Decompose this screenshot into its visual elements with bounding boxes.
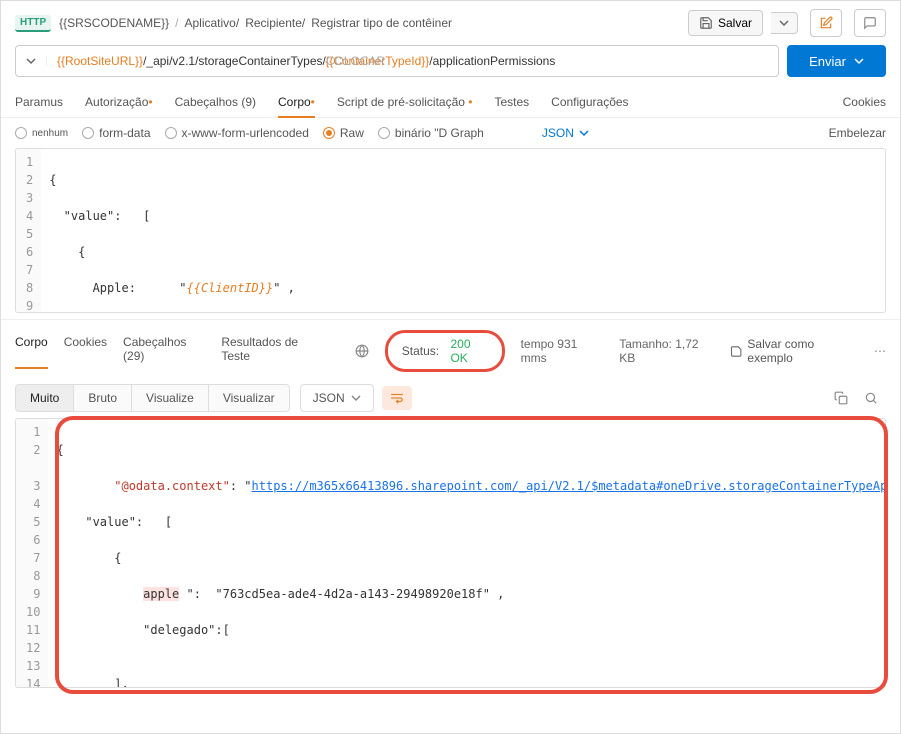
response-controls: Muito Bruto Visualize Visualizar JSON bbox=[1, 378, 900, 418]
tab-headers[interactable]: Cabeçalhos (9) bbox=[175, 87, 256, 117]
send-label: Enviar bbox=[809, 54, 846, 69]
save-example-button[interactable]: Salvar como exemplo bbox=[730, 337, 858, 365]
crumb-0[interactable]: {{SRSCODENAME}} bbox=[59, 16, 169, 30]
globe-icon[interactable] bbox=[355, 344, 369, 358]
beautify-link[interactable]: Embelezar bbox=[829, 126, 886, 140]
crumb-1[interactable]: Aplicativo/ bbox=[185, 16, 240, 30]
edit-button[interactable] bbox=[810, 9, 842, 37]
tab-tests[interactable]: Testes bbox=[494, 87, 529, 117]
more-icon[interactable]: ⋯ bbox=[874, 344, 886, 358]
search-icon[interactable] bbox=[856, 385, 886, 411]
tab-params[interactable]: Paramus bbox=[15, 87, 63, 117]
response-format-dropdown[interactable]: JSON bbox=[300, 384, 374, 412]
method-dropdown[interactable] bbox=[26, 56, 47, 66]
status-pill: Status: 200 OK bbox=[385, 330, 505, 372]
http-badge: HTTP bbox=[15, 15, 51, 32]
resp-tab-cookies[interactable]: Cookies bbox=[64, 335, 107, 367]
request-tabs: Paramus Autorização• Cabeçalhos (9) Corp… bbox=[1, 87, 900, 118]
response-size: Tamanho: 1,72 KB bbox=[619, 337, 714, 365]
radio-formdata[interactable]: form-data bbox=[82, 126, 150, 140]
tab-body[interactable]: Corpo• bbox=[278, 87, 315, 117]
wrap-lines-button[interactable] bbox=[382, 386, 412, 410]
response-editor[interactable]: 12 34567891011121314 { "@odata.context":… bbox=[15, 418, 886, 688]
tab-auth[interactable]: Autorização• bbox=[85, 87, 153, 117]
radio-binary[interactable]: binário "D Graph bbox=[378, 126, 484, 140]
resp-tab-headers[interactable]: Cabeçalhos (29) bbox=[123, 335, 205, 367]
response-gutter: 12 34567891011121314 bbox=[16, 419, 48, 687]
comment-button[interactable] bbox=[854, 9, 886, 37]
cookies-link[interactable]: Cookies bbox=[843, 87, 886, 117]
tab-prescript[interactable]: Script de pré-solicitação • bbox=[337, 87, 473, 117]
request-code[interactable]: { "value": [ { Apple: "{{ClientID}}" , "… bbox=[41, 149, 885, 312]
send-button[interactable]: Enviar bbox=[787, 45, 886, 77]
response-code[interactable]: { "@odata.context": "https://m365x664138… bbox=[48, 419, 886, 687]
save-button[interactable]: Salvar bbox=[688, 10, 763, 36]
radio-none[interactable]: nenhum bbox=[15, 127, 68, 139]
crumb-sep: / bbox=[175, 16, 178, 30]
raw-type-dropdown[interactable]: JSON bbox=[542, 126, 589, 140]
view-raw[interactable]: Bruto bbox=[74, 384, 132, 412]
tab-settings[interactable]: Configurações bbox=[551, 87, 628, 117]
view-visualize[interactable]: Visualizar bbox=[209, 384, 290, 412]
crumb-2[interactable]: Recipiente/ bbox=[245, 16, 305, 30]
response-bar: Corpo Cookies Cabeçalhos (29) Resultados… bbox=[1, 319, 900, 378]
response-time: tempo 931 mms bbox=[521, 337, 604, 365]
save-label: Salvar bbox=[718, 16, 752, 30]
url-input[interactable]: {{RootSiteURL}}/_api/v2.1/storageContain… bbox=[15, 45, 779, 77]
save-dropdown[interactable] bbox=[771, 12, 798, 34]
breadcrumb: {{SRSCODENAME}} / Aplicativo/ Recipiente… bbox=[59, 16, 680, 30]
resp-tab-tests[interactable]: Resultados de Teste bbox=[221, 335, 322, 367]
save-icon bbox=[699, 16, 713, 30]
crumb-3[interactable]: Registrar tipo de contêiner bbox=[311, 16, 452, 30]
radio-urlencoded[interactable]: x-www-form-urlencoded bbox=[165, 126, 309, 140]
body-type-row: nenhum form-data x-www-form-urlencoded R… bbox=[1, 118, 900, 148]
view-preview[interactable]: Visualize bbox=[132, 384, 209, 412]
radio-raw[interactable]: Raw bbox=[323, 126, 364, 140]
request-editor[interactable]: 123456789 { "value": [ { Apple: "{{Clien… bbox=[15, 148, 886, 313]
view-pretty[interactable]: Muito bbox=[15, 384, 74, 412]
copy-icon[interactable] bbox=[826, 385, 856, 411]
url-text: {{RootSiteURL}}/_api/v2.1/storageContain… bbox=[57, 54, 555, 68]
request-gutter: 123456789 bbox=[16, 149, 41, 312]
resp-tab-body[interactable]: Corpo bbox=[15, 335, 48, 367]
